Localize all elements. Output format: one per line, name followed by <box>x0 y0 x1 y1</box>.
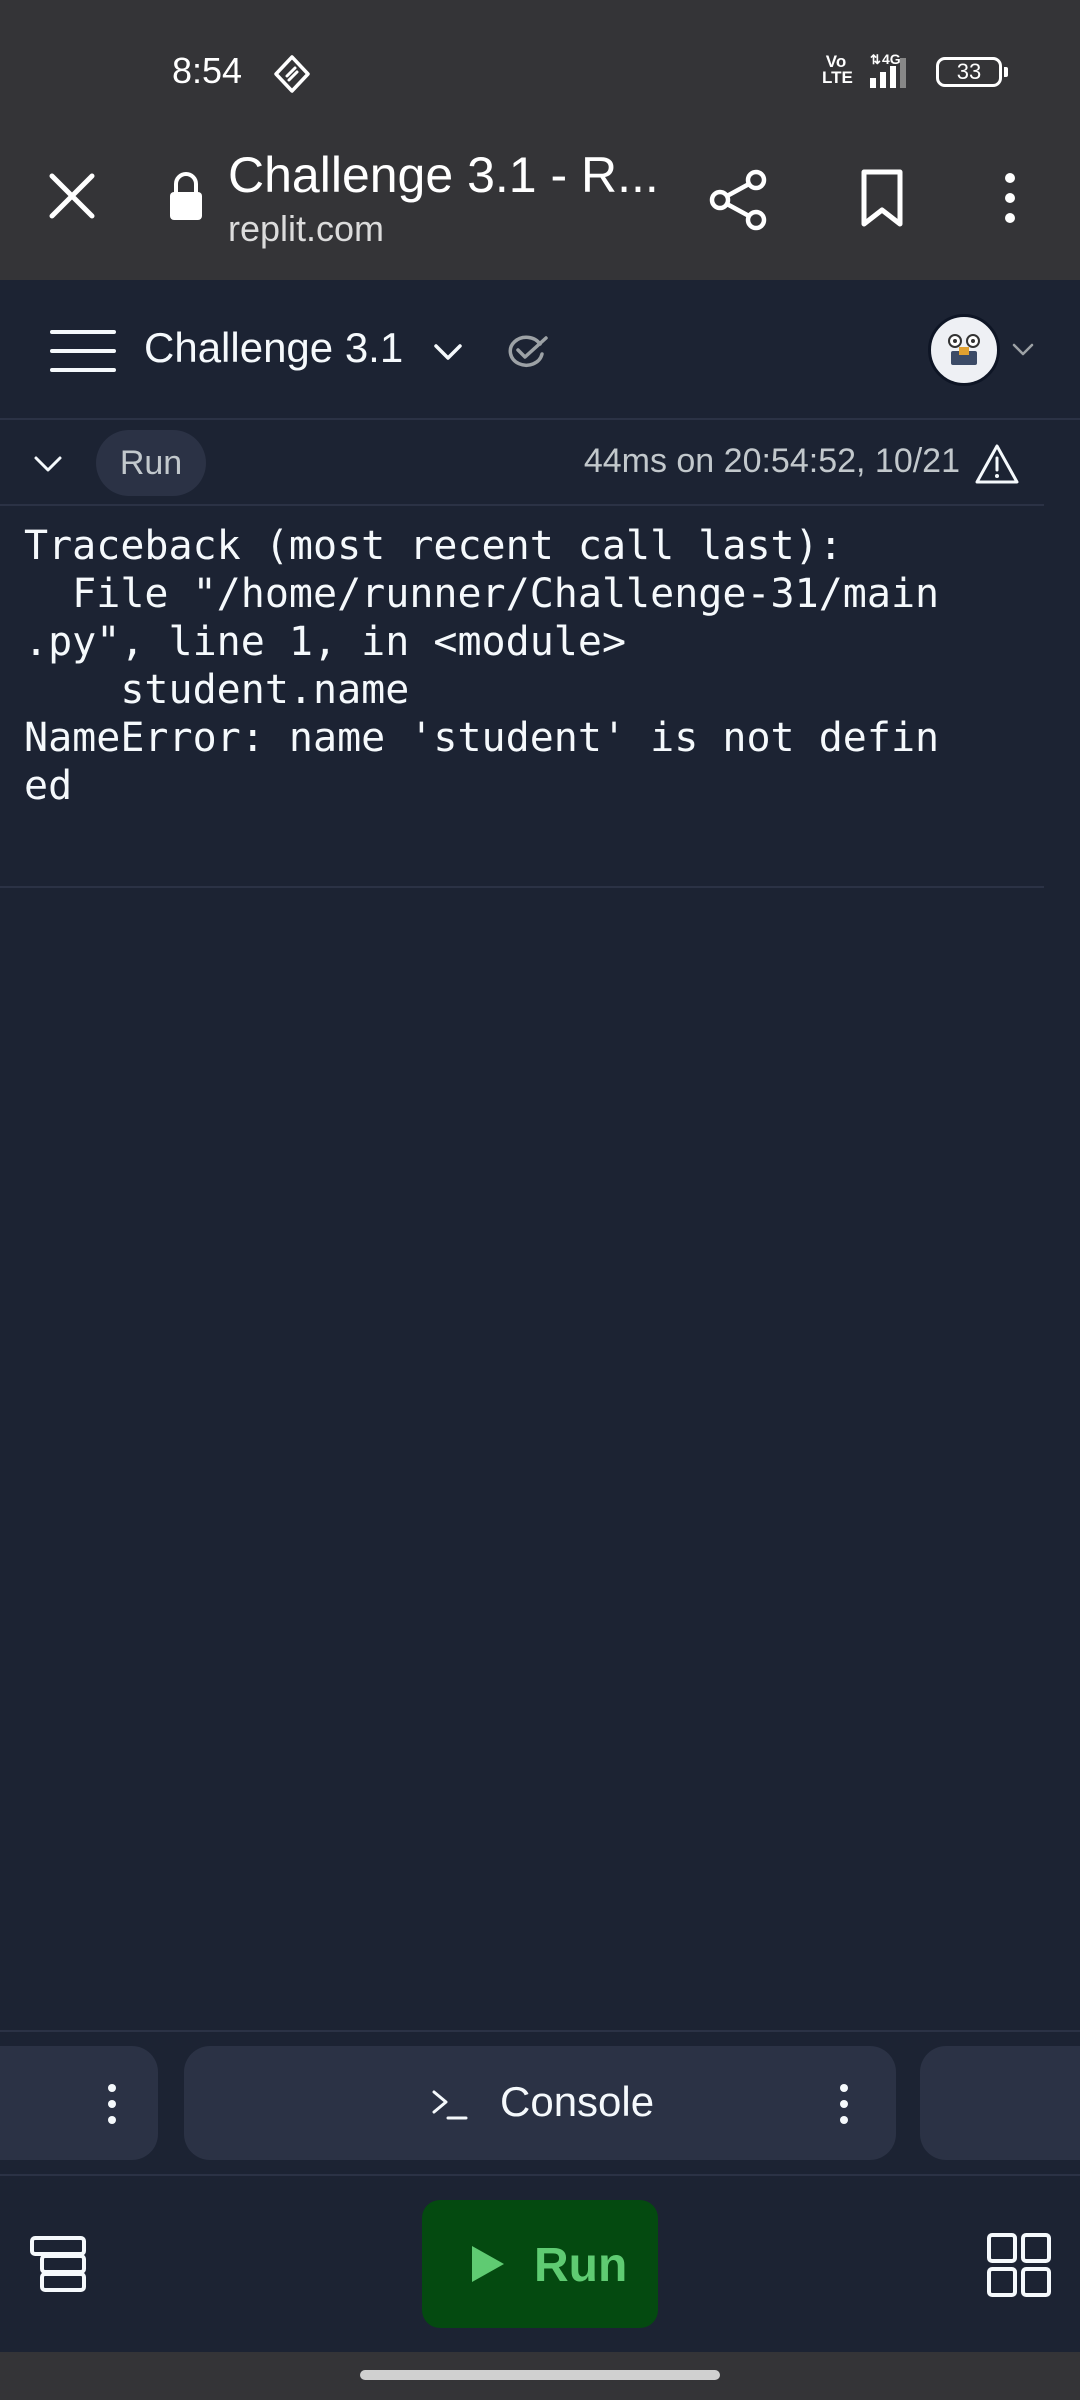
repl-title[interactable]: Challenge 3.1 <box>144 324 403 372</box>
account-chevron-icon[interactable] <box>1010 336 1036 362</box>
tabs-divider <box>0 2030 1080 2032</box>
tab-more-icon[interactable] <box>98 2080 126 2128</box>
shazam-icon <box>274 55 310 93</box>
volte-indicator: Vo LTE <box>822 52 853 87</box>
more-options-icon[interactable] <box>990 166 1030 230</box>
signal-icon: ⇅ 4G <box>870 52 906 88</box>
close-icon[interactable] <box>42 166 102 226</box>
chevron-down-icon[interactable] <box>430 334 466 370</box>
saved-check-icon <box>508 335 548 367</box>
output-line: .py", line 1, in <module> <box>24 619 627 665</box>
system-nav-bar <box>0 2352 1080 2400</box>
grid-icon[interactable] <box>986 2232 1052 2298</box>
tab-console[interactable]: Console <box>184 2046 896 2160</box>
run-timing: 44ms on 20:54:52, 10/21 <box>583 442 960 480</box>
avatar[interactable] <box>928 314 1000 386</box>
layers-icon[interactable] <box>28 2232 92 2296</box>
page-title[interactable]: Challenge 3.1 - R... <box>228 146 659 204</box>
battery-indicator: 33 <box>936 57 1008 87</box>
tab-previous[interactable] <box>0 2046 158 2160</box>
lock-icon <box>170 172 202 220</box>
console-run-header: Run 44ms on 20:54:52, 10/21 <box>0 420 1044 506</box>
home-gesture-handle[interactable] <box>360 2370 720 2380</box>
bookmark-icon[interactable] <box>850 166 914 230</box>
tab-more-icon[interactable] <box>830 2080 858 2128</box>
share-icon[interactable] <box>704 166 772 234</box>
output-line: ed <box>24 763 73 809</box>
collapse-chevron-icon[interactable] <box>30 446 66 482</box>
output-divider <box>0 886 1044 888</box>
workspace-header: Challenge 3.1 <box>0 280 1080 420</box>
run-chip[interactable]: Run <box>96 430 206 496</box>
run-button-label: Run <box>534 2239 628 2292</box>
svg-text:⇅: ⇅ <box>870 52 881 67</box>
toolbar-divider <box>0 2174 1080 2176</box>
page-url[interactable]: replit.com <box>228 208 384 250</box>
console-output: Traceback (most recent call last): File … <box>24 522 1024 810</box>
status-time: 8:54 <box>172 50 243 91</box>
terminal-icon <box>432 2090 468 2120</box>
output-line: student.name <box>24 667 410 713</box>
status-bar: 8:54 Vo LTE ⇅ 4G 33 <box>0 0 1080 136</box>
browser-toolbar: Challenge 3.1 - R... replit.com <box>0 136 1080 280</box>
tab-console-label: Console <box>500 2078 655 2125</box>
warning-icon[interactable] <box>974 442 1020 486</box>
output-line: File "/home/runner/Challenge-31/main <box>24 571 940 617</box>
robot-avatar-icon <box>948 334 980 365</box>
menu-icon[interactable] <box>50 326 116 376</box>
network-type-label: 4G <box>882 52 901 67</box>
run-button[interactable]: Run <box>422 2200 658 2328</box>
tab-next[interactable] <box>920 2046 1080 2160</box>
play-icon <box>472 2246 504 2282</box>
output-line: NameError: name 'student' is not defin <box>24 715 940 761</box>
output-line: Traceback (most recent call last): <box>24 523 843 569</box>
